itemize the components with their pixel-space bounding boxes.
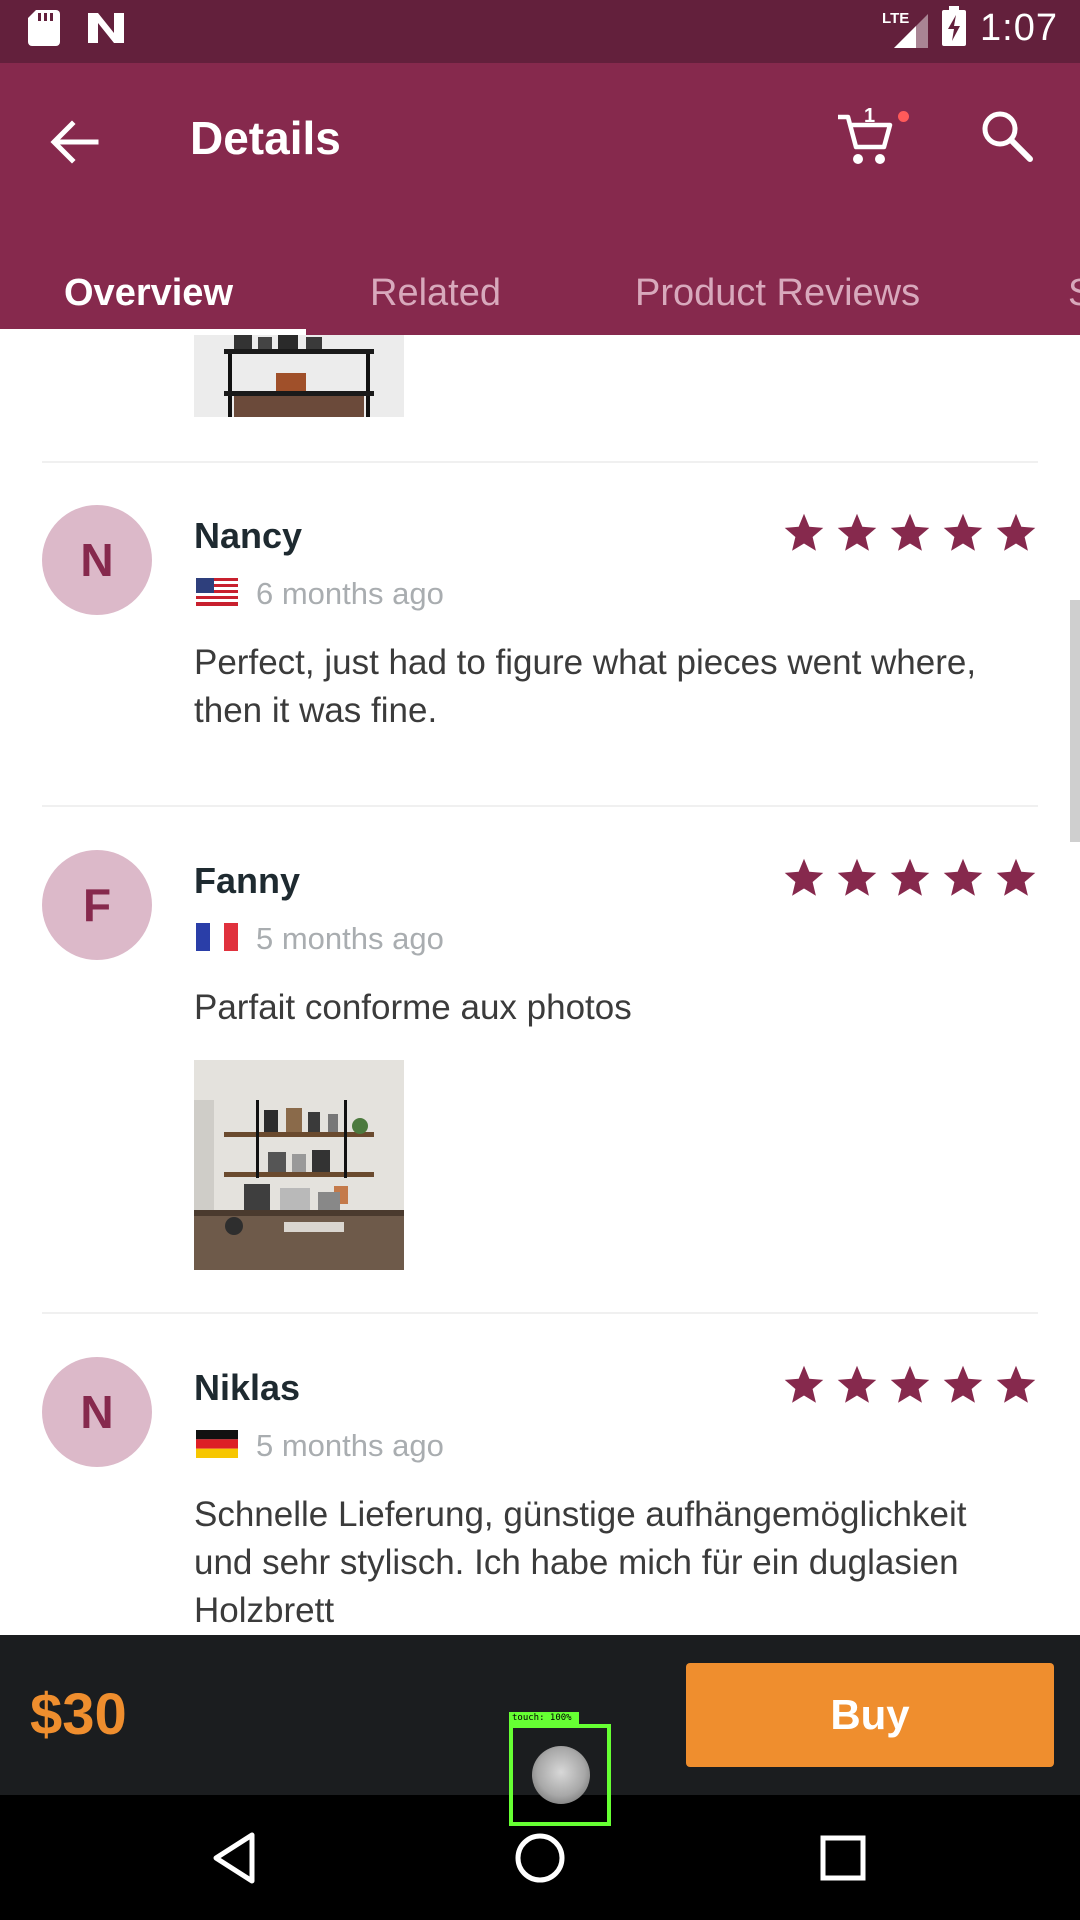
us-flag-icon bbox=[196, 578, 238, 606]
tab-partial[interactable]: S bbox=[1068, 251, 1080, 335]
square-recents-icon bbox=[820, 1835, 866, 1881]
search-button[interactable] bbox=[978, 107, 1036, 165]
star-rating bbox=[782, 856, 1038, 900]
star-icon bbox=[996, 513, 1036, 551]
review-photo[interactable] bbox=[194, 335, 404, 417]
battery-charging-icon bbox=[942, 6, 967, 51]
review-text: Perfect, just had to figure what pieces … bbox=[194, 643, 977, 730]
review-text: Parfait conforme aux photos bbox=[194, 988, 632, 1027]
back-arrow-icon bbox=[50, 120, 99, 164]
reviewer-name: Fanny bbox=[194, 860, 301, 901]
tab-overview[interactable]: Overview bbox=[64, 251, 233, 335]
fr-flag-icon bbox=[196, 923, 238, 951]
lte-signal-icon: LTE bbox=[882, 8, 929, 50]
review-date: 6 months ago bbox=[256, 576, 444, 611]
star-icon bbox=[784, 858, 824, 896]
clock: 1:07 bbox=[980, 7, 1058, 49]
star-icon bbox=[890, 513, 930, 551]
nav-recents-button[interactable] bbox=[808, 1823, 878, 1893]
scrollbar[interactable] bbox=[1070, 600, 1080, 842]
nav-back-button[interactable] bbox=[202, 1823, 272, 1893]
star-icon bbox=[890, 858, 930, 896]
review-text: Schnelle Lieferung, günstige aufhängemög… bbox=[194, 1495, 967, 1630]
star-rating bbox=[782, 511, 1038, 555]
n-notification-icon bbox=[86, 11, 126, 50]
avatar: N bbox=[42, 505, 152, 615]
divider bbox=[42, 1312, 1038, 1314]
triangle-back-icon bbox=[213, 1832, 255, 1884]
review-date: 5 months ago bbox=[256, 921, 444, 956]
reviews-list[interactable]: N Nancy 6 months ago Perfect, just had t… bbox=[0, 335, 1080, 1635]
star-icon bbox=[943, 858, 983, 896]
nav-home-button[interactable] bbox=[505, 1823, 575, 1893]
star-icon bbox=[943, 1365, 983, 1403]
search-icon bbox=[982, 111, 1033, 162]
buy-button[interactable]: Buy bbox=[686, 1663, 1054, 1767]
touch-indicator-label: touch: 100% bbox=[509, 1712, 579, 1724]
cart-button[interactable]: 1 bbox=[836, 101, 909, 171]
review-photo[interactable] bbox=[194, 1060, 404, 1270]
star-icon bbox=[837, 858, 877, 896]
star-rating bbox=[782, 1363, 1038, 1407]
status-bar: LTE 1:07 bbox=[0, 0, 1080, 63]
star-icon bbox=[890, 1365, 930, 1403]
reviewer-name: Niklas bbox=[194, 1367, 301, 1408]
cart-count-badge: 1 bbox=[864, 105, 876, 127]
touch-point bbox=[532, 1746, 590, 1804]
review-date: 5 months ago bbox=[256, 1428, 444, 1463]
avatar: F bbox=[42, 850, 152, 960]
star-icon bbox=[837, 1365, 877, 1403]
star-icon bbox=[837, 513, 877, 551]
app-bar: Details 1 Overview Related Product Revie… bbox=[0, 63, 1080, 335]
de-flag-icon bbox=[196, 1430, 238, 1458]
star-icon bbox=[943, 513, 983, 551]
reviewer-name: Nancy bbox=[194, 515, 303, 556]
divider bbox=[42, 805, 1038, 807]
star-icon bbox=[996, 1365, 1036, 1403]
tab-bar: Overview Related Product Reviews S bbox=[0, 251, 1080, 335]
star-icon bbox=[784, 513, 824, 551]
star-icon bbox=[996, 858, 1036, 896]
back-button[interactable] bbox=[44, 111, 106, 173]
star-icon bbox=[784, 1365, 824, 1403]
circle-home-icon bbox=[515, 1833, 565, 1883]
sd-card-icon bbox=[28, 10, 60, 51]
page-title: Details bbox=[190, 112, 341, 164]
tab-product-reviews[interactable]: Product Reviews bbox=[635, 251, 920, 335]
avatar: N bbox=[42, 1357, 152, 1467]
divider bbox=[42, 461, 1038, 463]
tab-related[interactable]: Related bbox=[370, 251, 501, 335]
notification-dot bbox=[898, 111, 909, 122]
price: $30 bbox=[30, 1682, 127, 1747]
